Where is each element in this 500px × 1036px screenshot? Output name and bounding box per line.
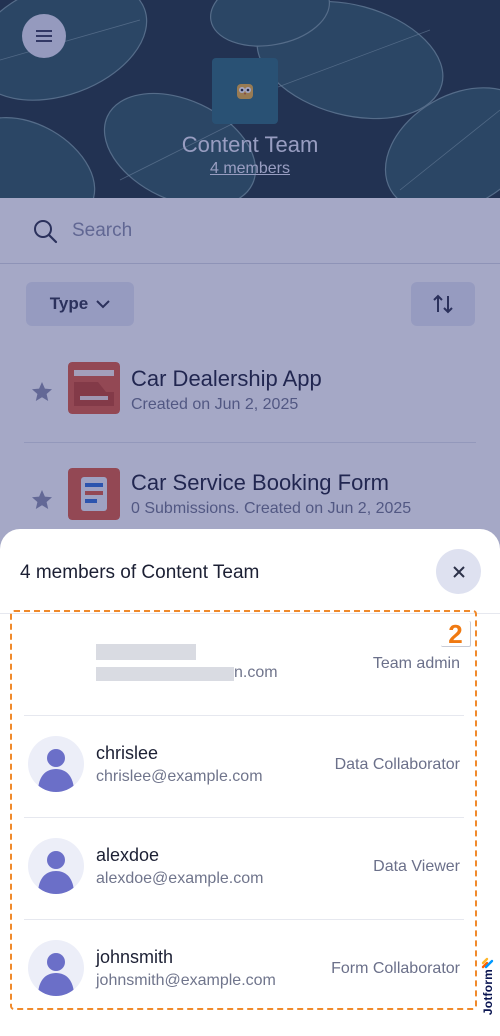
member-role: Data Collaborator xyxy=(334,756,460,773)
member-email: johnsmith@example.com xyxy=(96,972,276,989)
member-role: Data Viewer xyxy=(373,858,460,875)
member-email: alexdoe@example.com xyxy=(96,870,264,887)
member-row[interactable]: chrislee chrislee@example.com Data Colla… xyxy=(24,716,464,818)
redacted-name xyxy=(96,644,196,660)
member-name: johnsmith xyxy=(96,947,174,967)
jotform-logo-icon xyxy=(481,957,494,969)
member-row[interactable]: n.com Team admin xyxy=(24,612,464,714)
brand-name: Jotform xyxy=(481,969,495,1016)
close-button[interactable] xyxy=(436,549,481,594)
member-row[interactable]: johnsmith johnsmith@example.com Form Col… xyxy=(24,920,464,1022)
avatar xyxy=(28,940,84,996)
member-list: n.com Team admin chrislee chrislee@examp… xyxy=(10,610,477,1010)
member-role: Team admin xyxy=(372,655,460,672)
step-number-badge: 2 xyxy=(441,621,471,647)
redacted-email xyxy=(96,667,234,681)
user-icon xyxy=(38,953,74,996)
member-name: alexdoe xyxy=(96,845,160,865)
sheet-title: 4 members of Content Team xyxy=(20,562,260,583)
avatar xyxy=(28,838,84,894)
member-email: n.com xyxy=(234,664,278,681)
user-icon xyxy=(38,749,74,792)
member-row[interactable]: alexdoe alexdoe@example.com Data Viewer xyxy=(24,818,464,920)
close-icon xyxy=(452,565,465,578)
member-role: Form Collaborator xyxy=(331,960,460,977)
member-name: chrislee xyxy=(96,743,159,763)
user-icon xyxy=(38,851,74,894)
jotform-watermark: Jotform xyxy=(479,955,497,1027)
avatar xyxy=(28,736,84,792)
members-sheet: 4 members of Content Team n.com Team adm… xyxy=(0,529,500,1036)
member-email: chrislee@example.com xyxy=(96,768,263,785)
